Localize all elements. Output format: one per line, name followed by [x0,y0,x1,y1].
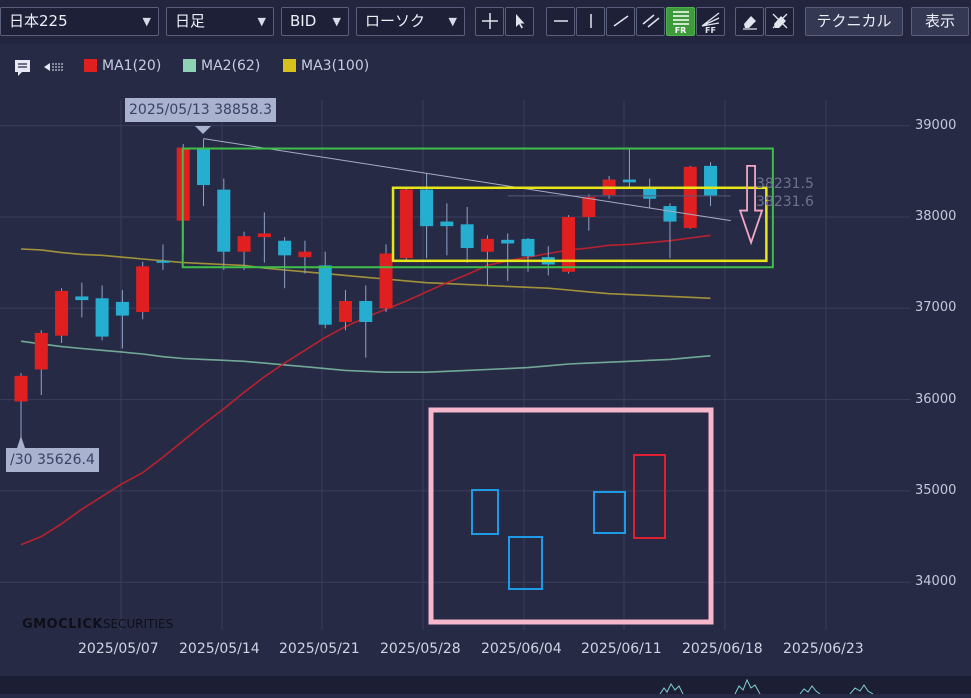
high-price-callout: 2025/05/13 38858.3 [125,98,277,122]
candle-body [115,301,129,316]
x-tick-label: 2025/05/21 [279,641,360,657]
candle [420,173,434,259]
candle-body [278,240,292,256]
candle [14,373,28,435]
price-tag-lower: 38231.6 [756,194,814,210]
x-tick-label: 2025/05/28 [380,641,461,657]
candle [278,237,292,289]
candle [440,203,454,256]
candle-body [156,260,170,263]
candle-body [136,266,150,312]
x-tick-label: 2025/06/18 [682,641,763,657]
sketch-candle-1 [471,489,499,535]
x-tick-label: 2025/05/07 [78,641,159,657]
candle-body [704,165,718,197]
candle [399,186,413,261]
candle [75,282,89,318]
y-tick-label: 39000 [915,117,957,133]
high-callout-pointer [195,126,211,134]
candle [379,244,393,312]
candle [298,240,312,274]
candle [562,215,576,274]
candle [704,162,718,207]
drawing-overlays [17,126,774,625]
candle-body [663,206,677,222]
sketch-candle-2 [508,536,543,590]
candle [136,261,150,320]
candle [237,231,251,270]
x-tick-label: 2025/06/23 [783,641,864,657]
candle [622,148,636,187]
candle-body [399,189,413,259]
y-tick-label: 38000 [915,209,957,224]
candle-body [298,251,312,258]
candle [55,288,69,343]
candle-body [338,300,352,322]
y-tick-label: 34000 [915,574,957,590]
x-tick-label: 2025/06/11 [581,641,662,657]
candle [501,233,515,281]
candle [359,285,373,358]
candle-body [318,265,332,325]
candle [217,178,231,270]
candle [115,290,129,349]
candle [318,251,332,329]
candle-body [95,298,109,337]
candle [257,212,271,263]
candle-body [582,196,596,217]
candle-body [562,217,576,272]
broker-logo: GMOCLICKSECURITIES [22,617,173,632]
sketch-candle-4 [633,454,666,539]
logo-main: GMOCLICK [22,617,103,632]
candle-body [683,166,697,228]
ma1-line [20,234,711,546]
candle-body [197,147,211,186]
candle-body [521,238,535,257]
moving-average-lines [20,234,711,546]
candle-body [460,224,474,249]
candle [34,330,48,396]
navigator-sparkline [659,678,874,695]
candle [683,165,697,229]
candle-body [55,290,69,336]
sketch-candle-3 [593,491,626,534]
candle-body [257,233,271,238]
price-tags: 38231.5 38231.6 [756,175,814,211]
candle-body [217,189,231,252]
y-tick-label: 35000 [915,482,957,498]
candle-body [237,236,251,252]
low-price-callout: /30 35626.4 [6,448,99,472]
candle [156,244,170,270]
candles [14,138,718,435]
candle-body [34,332,48,370]
candle-body [359,300,373,322]
candle-body [420,189,434,227]
price-tag-upper: 38231.5 [756,176,814,192]
x-tick-label: 2025/06/04 [481,641,562,657]
candle-body [75,296,89,301]
y-tick-label: 37000 [915,300,957,316]
candle-body [379,253,393,309]
candle [95,285,109,341]
candle-body [501,239,515,244]
navigator-strip[interactable] [0,676,971,695]
candle [643,178,657,208]
logo-sub: SECURITIES [102,617,174,631]
candle-body [440,221,454,227]
y-tick-label: 36000 [915,391,957,407]
candle-body [14,375,28,402]
candle-body [622,179,636,183]
candle-body [480,238,494,252]
x-tick-label: 2025/05/14 [179,641,260,657]
candle [460,206,474,263]
